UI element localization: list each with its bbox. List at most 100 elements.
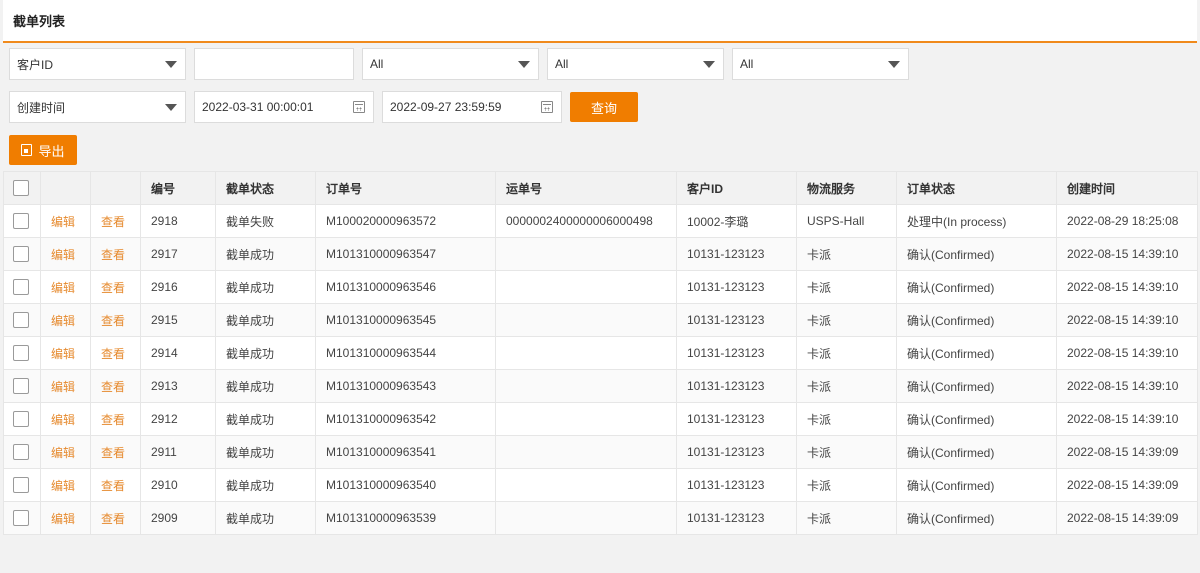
select-all-checkbox[interactable] (13, 180, 29, 196)
table-row[interactable]: 编辑 查看 2910 截单成功 M101310000963540 10131-123123… (3, 468, 1198, 502)
edit-link[interactable]: 编辑 (51, 347, 75, 361)
row-intercept-status: 截单成功 (215, 369, 316, 403)
table-row[interactable]: 编辑 查看 2909 截单成功 M101310000963539 10131-123123… (3, 501, 1198, 535)
row-logistics-service: 卡派 (796, 468, 897, 502)
edit-link[interactable]: 编辑 (51, 446, 75, 460)
view-link[interactable]: 查看 (101, 512, 125, 526)
filter-select-3-value: All (555, 57, 569, 71)
table-row[interactable]: 编辑 查看 2918 截单失败 M100020000963572 000000240000… (3, 204, 1198, 238)
field-select-value: 客户ID (17, 57, 54, 72)
table-row[interactable]: 编辑 查看 2912 截单成功 M101310000963542 10131-123123… (3, 402, 1198, 436)
row-waybill-no (495, 468, 677, 502)
edit-link[interactable]: 编辑 (51, 248, 75, 262)
view-link[interactable]: 查看 (101, 413, 125, 427)
edit-link[interactable]: 编辑 (51, 281, 75, 295)
calendar-icon[interactable] (353, 101, 365, 113)
view-link[interactable]: 查看 (101, 248, 125, 262)
chevron-down-icon (888, 61, 900, 68)
row-checkbox[interactable] (13, 444, 29, 460)
edit-cell: 编辑 (40, 336, 91, 370)
row-customer-id: 10131-123123 (676, 237, 797, 271)
view-link[interactable]: 查看 (101, 479, 125, 493)
row-created-time: 2022-08-15 14:39:10 (1056, 369, 1198, 403)
row-checkbox-cell (3, 270, 41, 304)
row-order-status: 确认(Confirmed) (896, 303, 1057, 337)
row-checkbox[interactable] (13, 477, 29, 493)
row-checkbox[interactable] (13, 411, 29, 427)
start-date-value: 2022-03-31 00:00:01 (202, 100, 314, 114)
row-checkbox[interactable] (13, 378, 29, 394)
edit-link[interactable]: 编辑 (51, 314, 75, 328)
date-type-select[interactable]: 创建时间 (9, 91, 186, 123)
row-id: 2915 (140, 303, 216, 337)
panel-header: 截单列表 (3, 0, 1197, 43)
row-intercept-status: 截单成功 (215, 402, 316, 436)
chevron-down-icon (165, 104, 177, 111)
header-logistics-service[interactable]: 物流服务 (796, 171, 897, 205)
row-checkbox-cell (3, 468, 41, 502)
row-checkbox[interactable] (13, 312, 29, 328)
edit-cell: 编辑 (40, 369, 91, 403)
field-select[interactable]: 客户ID (9, 48, 186, 80)
table-row[interactable]: 编辑 查看 2911 截单成功 M101310000963541 10131-123123… (3, 435, 1198, 469)
row-order-status: 处理中(In process) (896, 204, 1057, 238)
row-customer-id: 10131-123123 (676, 270, 797, 304)
edit-link[interactable]: 编辑 (51, 380, 75, 394)
view-cell: 查看 (90, 237, 141, 271)
view-link[interactable]: 查看 (101, 446, 125, 460)
row-checkbox-cell (3, 501, 41, 535)
header-waybill-no[interactable]: 运单号 (495, 171, 677, 205)
row-customer-id: 10131-123123 (676, 402, 797, 436)
table-row[interactable]: 编辑 查看 2916 截单成功 M101310000963546 10131-123123… (3, 270, 1198, 304)
view-link[interactable]: 查看 (101, 215, 125, 229)
table-row[interactable]: 编辑 查看 2917 截单成功 M101310000963547 10131-123123… (3, 237, 1198, 271)
header-intercept-status[interactable]: 截单状态 (215, 171, 316, 205)
end-date-input[interactable]: 2022-09-27 23:59:59 (382, 91, 562, 123)
edit-link[interactable]: 编辑 (51, 479, 75, 493)
row-created-time: 2022-08-29 18:25:08 (1056, 204, 1198, 238)
header-id[interactable]: 编号 (140, 171, 216, 205)
search-input[interactable] (194, 48, 354, 80)
search-input-field[interactable] (202, 57, 353, 71)
row-checkbox[interactable] (13, 510, 29, 526)
row-waybill-no (495, 237, 677, 271)
query-button[interactable]: 查询 (570, 92, 638, 122)
view-cell: 查看 (90, 369, 141, 403)
start-date-input[interactable]: 2022-03-31 00:00:01 (194, 91, 374, 123)
row-order-status: 确认(Confirmed) (896, 468, 1057, 502)
header-order-no[interactable]: 订单号 (315, 171, 496, 205)
header-created-time[interactable]: 创建时间 (1056, 171, 1198, 205)
table-row[interactable]: 编辑 查看 2913 截单成功 M101310000963543 10131-123123… (3, 369, 1198, 403)
row-id: 2916 (140, 270, 216, 304)
view-link[interactable]: 查看 (101, 281, 125, 295)
view-link[interactable]: 查看 (101, 380, 125, 394)
row-checkbox[interactable] (13, 213, 29, 229)
edit-cell: 编辑 (40, 501, 91, 535)
calendar-icon[interactable] (541, 101, 553, 113)
view-link[interactable]: 查看 (101, 347, 125, 361)
chevron-down-icon (518, 61, 530, 68)
header-customer-id[interactable]: 客户ID (676, 171, 797, 205)
page-title: 截单列表 (13, 14, 66, 29)
row-order-no: M101310000963540 (315, 468, 496, 502)
table-row[interactable]: 编辑 查看 2914 截单成功 M101310000963544 10131-123123… (3, 336, 1198, 370)
view-link[interactable]: 查看 (101, 314, 125, 328)
row-checkbox[interactable] (13, 345, 29, 361)
row-checkbox[interactable] (13, 246, 29, 262)
row-checkbox[interactable] (13, 279, 29, 295)
row-intercept-status: 截单成功 (215, 237, 316, 271)
row-waybill-no (495, 270, 677, 304)
edit-link[interactable]: 编辑 (51, 413, 75, 427)
row-intercept-status: 截单成功 (215, 468, 316, 502)
header-order-status[interactable]: 订单状态 (896, 171, 1057, 205)
export-button[interactable]: 导出 (9, 135, 77, 165)
edit-link[interactable]: 编辑 (51, 512, 75, 526)
filter-select-2[interactable]: All (362, 48, 539, 80)
filter-select-4[interactable]: All (732, 48, 909, 80)
filter-select-3[interactable]: All (547, 48, 724, 80)
row-logistics-service: 卡派 (796, 501, 897, 535)
edit-link[interactable]: 编辑 (51, 215, 75, 229)
table-row[interactable]: 编辑 查看 2915 截单成功 M101310000963545 10131-123123… (3, 303, 1198, 337)
row-id: 2911 (140, 435, 216, 469)
row-logistics-service: USPS-Hall (796, 204, 897, 238)
